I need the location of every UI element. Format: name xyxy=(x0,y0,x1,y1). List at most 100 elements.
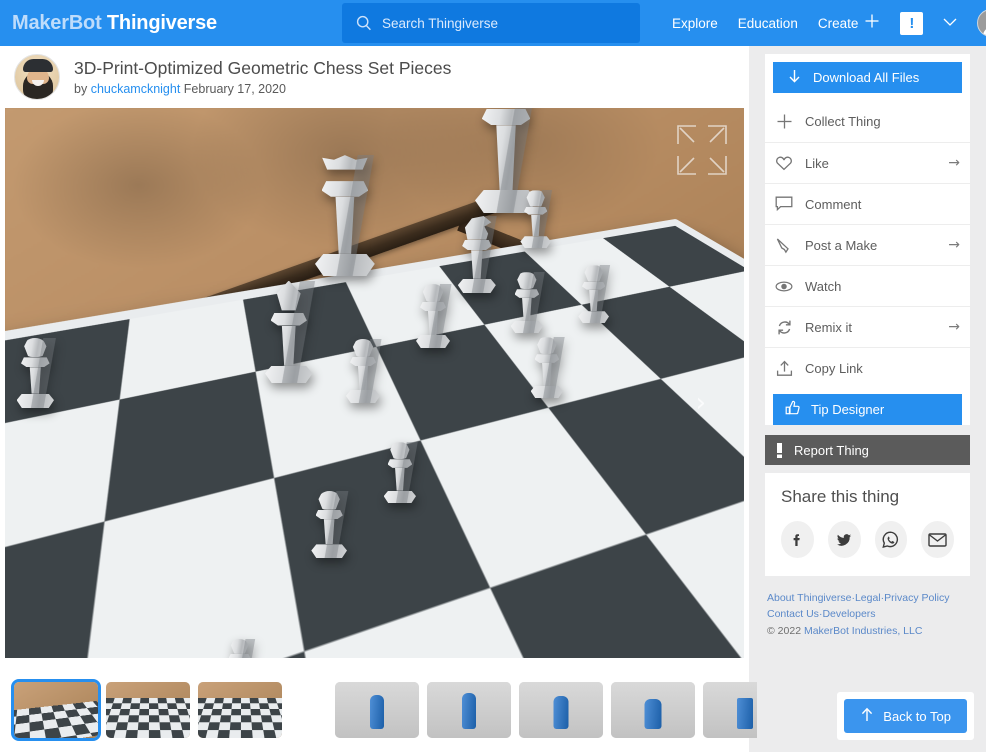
chevron-right-icon: → xyxy=(948,319,960,335)
thumbnail-blue-king-print[interactable] xyxy=(427,682,511,738)
nav-education[interactable]: Education xyxy=(738,16,798,31)
chess-piece-pawn xyxy=(505,272,549,333)
thumbnail-blue-knight-print[interactable] xyxy=(611,682,695,738)
sidebar-action-list: Collect Thing Like → Comment Post a Make → Wat… xyxy=(765,101,970,388)
report-thing-button[interactable]: Report Thing xyxy=(765,435,970,465)
search-icon xyxy=(356,15,372,31)
chess-piece-pawn xyxy=(305,490,354,558)
sidebar-action-post-a-make[interactable]: Post a Make → xyxy=(765,224,970,265)
share-panel: Share this thing xyxy=(765,473,970,576)
chess-piece-pawn xyxy=(525,337,569,398)
chevron-right-icon: → xyxy=(948,237,960,253)
chess-piece-pawn xyxy=(340,339,386,403)
thumbnail-strip xyxy=(0,668,787,752)
sidebar-action-like[interactable]: Like → xyxy=(765,142,970,183)
back-to-top-button[interactable]: Back to Top xyxy=(844,699,967,733)
chevron-down-icon[interactable] xyxy=(943,17,957,30)
top-navigation-bar: MakerBot Thingiverse Search Thingiverse … xyxy=(0,0,986,46)
author-link[interactable]: chuckamcknight xyxy=(91,82,181,96)
download-all-files-button[interactable]: Download All Files xyxy=(773,62,962,93)
thumbnail-chess-board-angled[interactable] xyxy=(198,682,282,738)
expand-fullscreen-icon[interactable] xyxy=(674,122,730,178)
piece-highlight xyxy=(525,337,569,398)
thumbnail-blue-queen-print[interactable] xyxy=(335,682,419,738)
thumbnail-blue-bishop-print[interactable] xyxy=(519,682,603,738)
actions-panel: Download All Files Collect Thing Like → Com… xyxy=(765,54,970,425)
chess-piece-pawn xyxy=(220,638,260,658)
piece-highlight xyxy=(315,155,375,276)
sidebar-action-watch[interactable]: Watch xyxy=(765,265,970,306)
user-avatar[interactable] xyxy=(977,9,986,37)
footer-link-privacy[interactable]: Privacy Policy xyxy=(884,592,949,604)
thing-main-image[interactable]: › xyxy=(5,108,744,658)
alert-icon-button[interactable]: ! xyxy=(900,11,924,35)
tip-designer-button[interactable]: Tip Designer xyxy=(773,394,962,425)
piece-highlight xyxy=(260,280,318,383)
twitter-icon[interactable] xyxy=(827,521,861,558)
back-to-top-wrap: Back to Top xyxy=(837,692,974,740)
email-icon[interactable] xyxy=(921,521,954,558)
chess-piece-pawn xyxy=(515,190,557,248)
author-avatar[interactable] xyxy=(14,54,60,100)
footer-copyright: © 2022 MakerBot Industries, LLC xyxy=(767,623,970,639)
thing-byline: by chuckamcknight February 17, 2020 xyxy=(74,82,451,96)
piece-highlight xyxy=(220,638,260,658)
report-thing-label: Report Thing xyxy=(794,442,869,458)
facebook-icon[interactable] xyxy=(781,521,814,558)
thumb-piece-rook xyxy=(737,698,753,729)
search-input[interactable]: Search Thingiverse xyxy=(342,3,640,43)
chess-piece-queen xyxy=(315,155,375,276)
footer-link-about[interactable]: About Thingiverse xyxy=(767,592,851,604)
site-logo[interactable]: MakerBot Thingiverse xyxy=(12,12,217,35)
footer-link-developers[interactable]: Developers xyxy=(822,608,875,620)
copyright-symbol: © xyxy=(767,624,775,637)
thumb-board xyxy=(198,698,282,738)
piece-highlight xyxy=(455,216,499,293)
piece-highlight xyxy=(305,490,354,558)
logo-makerbot: MakerBot xyxy=(12,11,102,34)
thumb-board xyxy=(106,698,190,738)
avatar-hat xyxy=(23,59,53,72)
thumbnail-chess-set-on-board-closeup[interactable] xyxy=(11,679,101,741)
nav-create[interactable]: Create xyxy=(818,13,881,34)
plus-icon xyxy=(775,113,793,130)
tip-designer-label: Tip Designer xyxy=(811,402,885,417)
sidebar-action-remix-it[interactable]: Remix it → xyxy=(765,306,970,347)
sidebar-action-comment[interactable]: Comment xyxy=(765,183,970,224)
sidebar-action-label: Like xyxy=(805,155,829,171)
sidebar-action-copy-link[interactable]: Copy Link xyxy=(765,347,970,388)
sidebar-action-label: Remix it xyxy=(805,319,852,335)
chess-piece-pawn xyxy=(10,337,61,408)
thing-sidebar: Download All Files Collect Thing Like → Com… xyxy=(757,46,986,752)
share-panel-title: Share this thing xyxy=(781,487,900,506)
upload-icon xyxy=(775,360,793,377)
download-button-wrap: Download All Files xyxy=(765,54,970,101)
search-placeholder-text: Search Thingiverse xyxy=(382,15,499,31)
thing-header: 3D-Print-Optimized Geometric Chess Set P… xyxy=(0,46,749,108)
whatsapp-icon[interactable] xyxy=(874,521,908,558)
thumb-piece-bishop xyxy=(553,696,569,729)
piece-highlight xyxy=(340,339,386,403)
arrow-up-icon xyxy=(860,707,874,725)
thing-title-block: 3D-Print-Optimized Geometric Chess Set P… xyxy=(74,58,451,97)
nav-explore[interactable]: Explore xyxy=(672,16,718,31)
chess-piece-knight xyxy=(165,361,223,463)
nav-create-label[interactable]: Create xyxy=(818,16,859,31)
sidebar-action-collect-thing[interactable]: Collect Thing xyxy=(765,101,970,142)
footer-link-legal[interactable]: Legal xyxy=(855,592,881,604)
sidebar-footer: About Thingiverse·Legal·Privacy Policy C… xyxy=(765,590,970,639)
footer-link-contact[interactable]: Contact Us xyxy=(767,608,819,620)
share-buttons-row xyxy=(781,521,954,558)
eye-icon xyxy=(775,280,793,293)
download-icon xyxy=(787,69,802,87)
piece-highlight xyxy=(515,190,557,248)
thing-main-column: 3D-Print-Optimized Geometric Chess Set P… xyxy=(0,46,787,752)
sidebar-action-label: Comment xyxy=(805,196,862,212)
report-exclamation-icon xyxy=(777,442,782,458)
sidebar-action-label: Collect Thing xyxy=(805,114,881,129)
comment-icon xyxy=(775,196,793,212)
footer-links-line-1: About Thingiverse·Legal·Privacy Policy xyxy=(767,590,970,606)
copyright-owner-link[interactable]: MakerBot Industries, LLC xyxy=(804,625,922,637)
thumbnail-chess-board-full-setup[interactable] xyxy=(106,682,190,738)
next-image-arrow[interactable]: › xyxy=(696,390,706,416)
